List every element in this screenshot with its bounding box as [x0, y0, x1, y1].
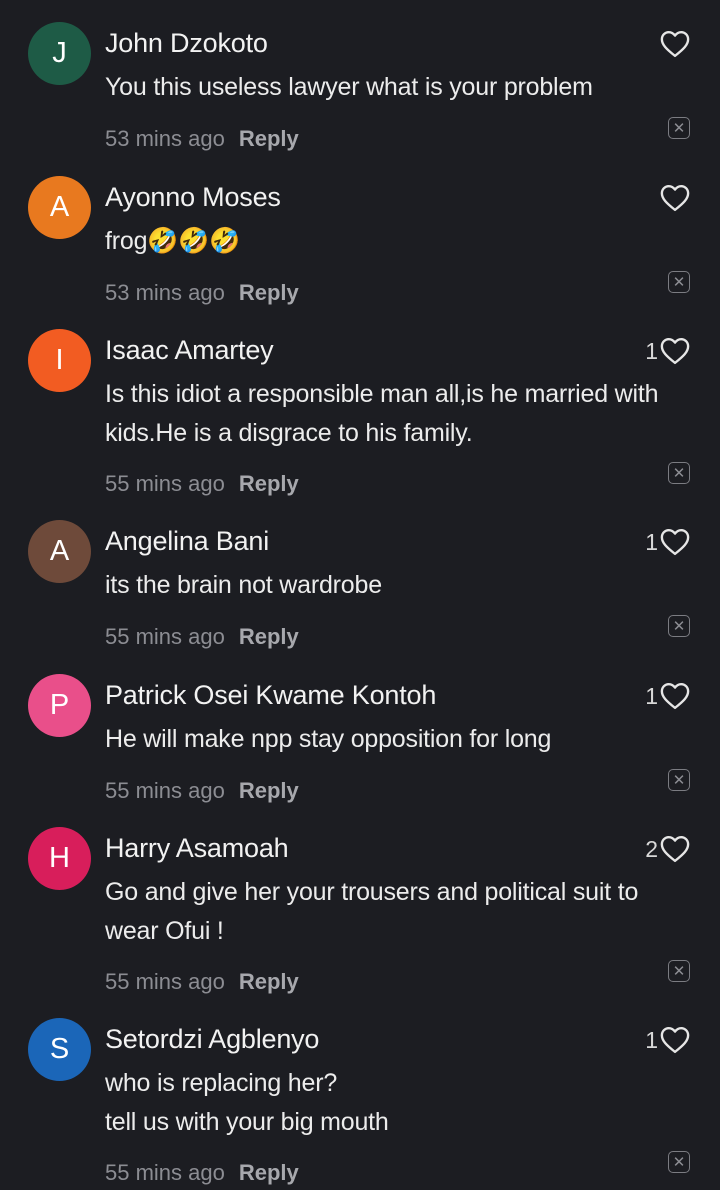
comment-text-line: kids.He is a disgrace to his family. — [105, 418, 473, 447]
close-icon[interactable]: ✕ — [668, 462, 690, 484]
comment-text: You this useless lawyer what is your pro… — [105, 68, 705, 107]
timestamp: 55 mins ago — [105, 471, 225, 496]
avatar-letter: S — [49, 1033, 70, 1065]
reply-button[interactable]: Reply — [239, 1160, 299, 1185]
comment-item: H Harry Asamoah 2 Go and give her your t… — [0, 827, 720, 994]
comment-meta: 55 mins ago Reply — [105, 969, 299, 995]
close-icon[interactable]: ✕ — [668, 769, 690, 791]
comment-text-line: its the brain not wardrobe — [105, 571, 382, 599]
avatar[interactable]: J — [28, 22, 91, 85]
avatar-letter: J — [52, 37, 67, 69]
heart-icon[interactable] — [660, 682, 690, 710]
like-button[interactable] — [658, 184, 690, 212]
commenter-name[interactable]: John Dzokoto — [105, 28, 268, 59]
avatar[interactable]: A — [28, 520, 91, 583]
comment-text: who is replacing her? tell us with your b… — [105, 1064, 705, 1141]
like-count: 2 — [645, 835, 658, 862]
close-icon[interactable]: ✕ — [668, 615, 690, 637]
comment-item: P Patrick Osei Kwame Kontoh 1 He will ma… — [0, 674, 720, 824]
comment-item: A Ayonno Moses frog🤣🤣🤣 53 mins ago Reply … — [0, 176, 720, 326]
comment-text: frog🤣🤣🤣 — [105, 222, 705, 261]
close-icon[interactable]: ✕ — [668, 960, 690, 982]
reply-button[interactable]: Reply — [239, 969, 299, 994]
timestamp: 55 mins ago — [105, 778, 225, 803]
comment-meta: 55 mins ago Reply — [105, 471, 299, 497]
like-count: 1 — [645, 337, 658, 364]
heart-icon[interactable] — [660, 184, 690, 212]
heart-icon[interactable] — [660, 30, 690, 58]
comment-text: Is this idiot a responsible man all,is h… — [105, 375, 705, 452]
comment-item: J John Dzokoto You this useless lawyer w… — [0, 22, 720, 172]
comment-text-line: He will make npp stay opposition for lon… — [105, 725, 552, 753]
reply-button[interactable]: Reply — [239, 471, 299, 496]
avatar-letter: P — [49, 689, 70, 721]
reply-button[interactable]: Reply — [239, 778, 299, 803]
comment-item: A Angelina Bani 1 its the brain not ward… — [0, 520, 720, 670]
avatar-letter: A — [49, 191, 70, 223]
timestamp: 53 mins ago — [105, 280, 225, 305]
like-button[interactable]: 1 — [645, 337, 690, 365]
comment-text: its the brain not wardrobe — [105, 566, 705, 605]
close-icon[interactable]: ✕ — [668, 271, 690, 293]
like-count: 1 — [645, 528, 658, 555]
reply-button[interactable]: Reply — [239, 126, 299, 151]
comment-meta: 53 mins ago Reply — [105, 280, 299, 306]
like-button[interactable]: 1 — [645, 682, 690, 710]
avatar[interactable]: P — [28, 674, 91, 737]
comment-item: S Setordzi Agblenyo 1 who is replacing h… — [0, 1018, 720, 1185]
like-count: 1 — [645, 682, 658, 709]
timestamp: 55 mins ago — [105, 1160, 225, 1185]
reply-button[interactable]: Reply — [239, 624, 299, 649]
like-button[interactable]: 1 — [645, 1026, 690, 1054]
comment-text-line: Is this idiot a responsible man all,is h… — [105, 380, 659, 408]
comment-meta: 55 mins ago Reply — [105, 624, 299, 650]
commenter-name[interactable]: Harry Asamoah — [105, 833, 289, 864]
timestamp: 55 mins ago — [105, 624, 225, 649]
comment-text-line: Go and give her your trousers and politi… — [105, 878, 639, 906]
like-button[interactable]: 1 — [645, 528, 690, 556]
comment-text: Go and give her your trousers and politi… — [105, 873, 705, 950]
timestamp: 55 mins ago — [105, 969, 225, 994]
avatar[interactable]: A — [28, 176, 91, 239]
avatar[interactable]: S — [28, 1018, 91, 1081]
close-icon[interactable]: ✕ — [668, 117, 690, 139]
comment-meta: 55 mins ago Reply — [105, 778, 299, 804]
comment-text-line: who is replacing her? — [105, 1069, 338, 1097]
comment-item: I Isaac Amartey 1 Is this idiot a respon… — [0, 329, 720, 496]
timestamp: 53 mins ago — [105, 126, 225, 151]
comment-meta: 53 mins ago Reply — [105, 126, 299, 152]
close-icon[interactable]: ✕ — [668, 1151, 690, 1173]
comment-text-line: frog🤣🤣🤣 — [105, 227, 241, 255]
commenter-name[interactable]: Angelina Bani — [105, 526, 269, 557]
avatar[interactable]: H — [28, 827, 91, 890]
heart-icon[interactable] — [660, 1026, 690, 1054]
reply-button[interactable]: Reply — [239, 280, 299, 305]
comment-meta: 55 mins ago Reply — [105, 1160, 299, 1186]
avatar-letter: I — [55, 344, 64, 376]
commenter-name[interactable]: Patrick Osei Kwame Kontoh — [105, 680, 436, 711]
like-button[interactable] — [658, 30, 690, 58]
comment-text-line: wear Ofui ! — [105, 916, 224, 945]
commenter-name[interactable]: Setordzi Agblenyo — [105, 1024, 319, 1055]
heart-icon[interactable] — [660, 528, 690, 556]
comment-text-line: tell us with your big mouth — [105, 1107, 389, 1136]
like-count: 1 — [645, 1026, 658, 1053]
avatar[interactable]: I — [28, 329, 91, 392]
avatar-letter: H — [49, 842, 70, 874]
heart-icon[interactable] — [660, 835, 690, 863]
comment-text-line: You this useless lawyer what is your pro… — [105, 73, 593, 101]
commenter-name[interactable]: Isaac Amartey — [105, 335, 274, 366]
comment-text: He will make npp stay opposition for lon… — [105, 720, 705, 759]
heart-icon[interactable] — [660, 337, 690, 365]
like-button[interactable]: 2 — [645, 835, 690, 863]
avatar-letter: A — [49, 535, 70, 567]
commenter-name[interactable]: Ayonno Moses — [105, 182, 281, 213]
